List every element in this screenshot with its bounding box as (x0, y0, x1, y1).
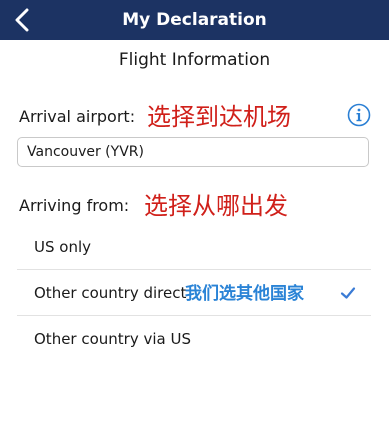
selected-option-annotation: 我们选其他国家 (185, 284, 304, 304)
checkmark-icon (340, 287, 356, 299)
page-title: My Declaration (122, 10, 267, 30)
section-title: Flight Information (118, 50, 271, 70)
divider (17, 269, 371, 270)
navigation-bar: My Declaration (0, 0, 389, 40)
divider (17, 315, 371, 316)
option-label: US only (34, 238, 91, 256)
option-us-only[interactable]: US only (17, 225, 371, 269)
option-label: Other country via US (34, 330, 191, 348)
option-other-country-via-us[interactable]: Other country via US (17, 317, 371, 361)
arrival-airport-field[interactable]: Vancouver (YVR) (17, 137, 369, 167)
arrival-airport-label: Arrival airport: (19, 107, 136, 126)
arriving-from-label: Arriving from: (19, 196, 130, 215)
arrival-airport-annotation: 选择到达机场 (147, 103, 291, 131)
arriving-from-annotation: 选择从哪出发 (144, 192, 288, 220)
info-icon[interactable] (347, 103, 371, 127)
option-label: Other country direct (34, 284, 187, 302)
